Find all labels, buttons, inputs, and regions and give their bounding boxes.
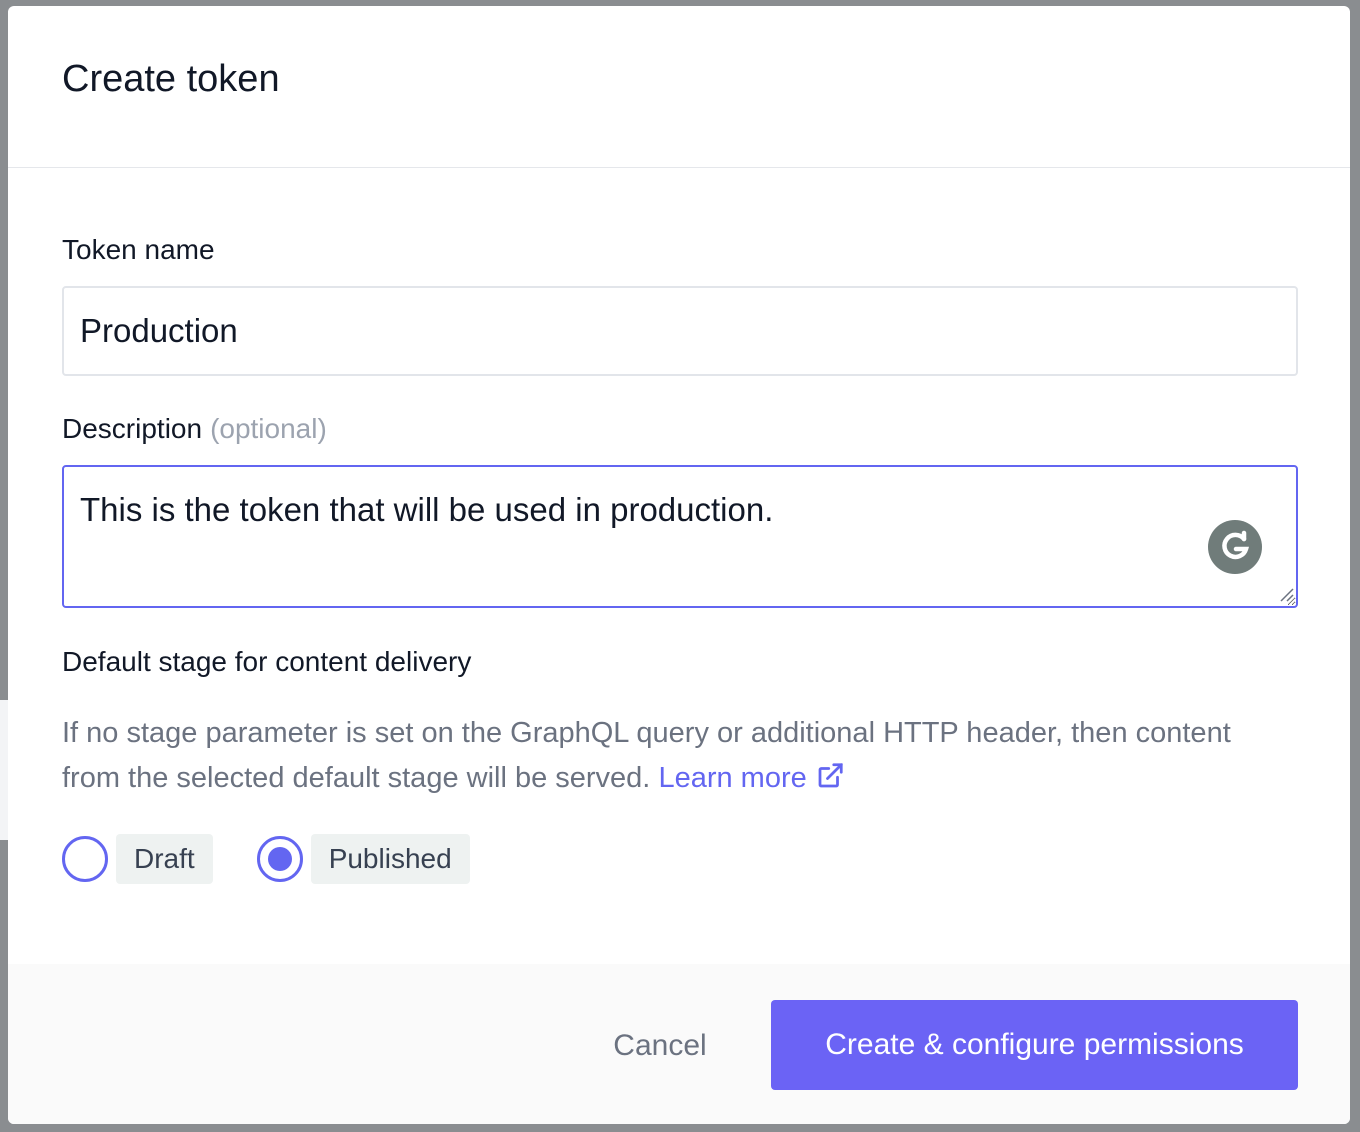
learn-more-link[interactable]: Learn more [658, 762, 844, 794]
token-name-input[interactable] [62, 286, 1298, 376]
modal-title: Create token [62, 58, 280, 100]
stage-help-copy: If no stage parameter is set on the Grap… [62, 717, 1231, 794]
grammarly-icon[interactable] [1208, 520, 1262, 574]
radio-selected-dot [267, 847, 292, 871]
draft-radio[interactable] [62, 836, 108, 882]
create-token-modal: Create token Token name Description(opti… [8, 6, 1350, 1124]
stage-heading: Default stage for content delivery [62, 646, 472, 677]
token-name-label: Token name [62, 234, 215, 265]
radio-option-published[interactable]: Published [256, 834, 470, 884]
learn-more-label: Learn more [658, 762, 807, 794]
description-label: Description (optional) [62, 413, 327, 445]
modal-footer: Cancel Create & configure permissions [8, 964, 1350, 1124]
published-label[interactable]: Published [310, 834, 470, 884]
description-textarea[interactable]: This is the token that will be used in p… [62, 465, 1298, 608]
optional-hint: (optional) [210, 413, 327, 444]
modal-header: Create token [8, 6, 1350, 168]
create-configure-permissions-button[interactable]: Create & configure permissions [771, 1000, 1298, 1090]
grammarly-glyph-icon [1222, 530, 1250, 560]
resize-handle-icon[interactable] [1278, 586, 1294, 602]
external-link-icon [818, 763, 843, 788]
draft-label[interactable]: Draft [116, 834, 213, 884]
cancel-button[interactable]: Cancel [594, 1002, 726, 1090]
published-radio[interactable] [256, 836, 303, 882]
stage-help-text: If no stage parameter is set on the Grap… [62, 711, 1262, 801]
radio-option-draft[interactable]: Draft [62, 834, 213, 884]
description-label-text: Description [62, 413, 203, 444]
stage-radio-group: Draft Published [62, 834, 514, 884]
